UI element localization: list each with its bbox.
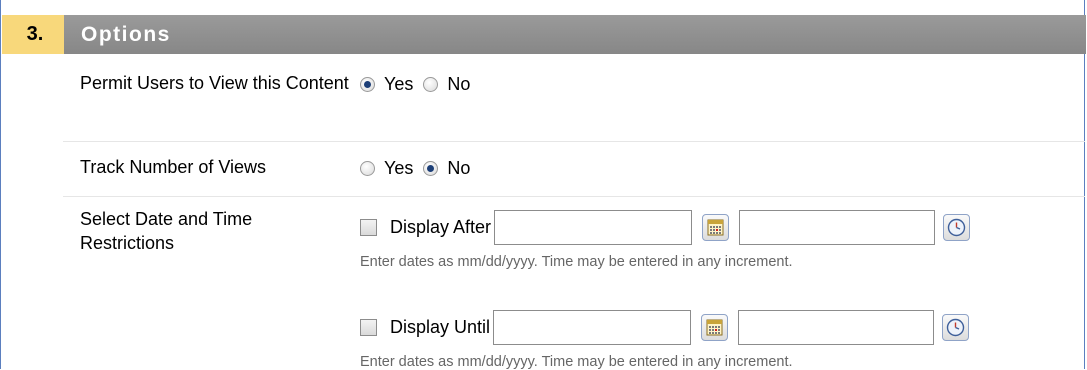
step-number: 3. xyxy=(2,15,64,54)
display-until-group: Display Until xyxy=(360,310,970,345)
display-until-label[interactable]: Display Until xyxy=(390,317,490,338)
section-title: Options xyxy=(81,22,171,46)
date-restrictions-label: Select Date and Time Restrictions xyxy=(80,209,253,253)
display-after-date-input[interactable] xyxy=(494,210,693,245)
display-until-hint: Enter dates as mm/dd/yyyy. Time may be e… xyxy=(360,354,793,370)
clock-icon xyxy=(947,218,966,237)
permit-view-no-label[interactable]: No xyxy=(447,74,470,95)
section-header: 3. Options xyxy=(2,15,1086,54)
display-after-calendar-button[interactable] xyxy=(702,214,730,241)
display-until-checkbox[interactable] xyxy=(360,319,377,336)
permit-view-yes-radio[interactable] xyxy=(360,77,375,92)
track-views-no-label[interactable]: No xyxy=(447,158,470,179)
permit-view-label: Permit Users to View this Content xyxy=(80,73,349,93)
display-until-calendar-button[interactable] xyxy=(701,314,729,341)
display-until-date-input[interactable] xyxy=(493,310,692,345)
track-views-yes-radio[interactable] xyxy=(360,161,375,176)
date-restrictions-row: Select Date and Time Restrictions Displa… xyxy=(63,196,1085,370)
display-after-label[interactable]: Display After xyxy=(390,217,491,238)
display-after-checkbox[interactable] xyxy=(360,219,377,236)
section-title-bar: Options xyxy=(64,15,1086,54)
display-after-clock-button[interactable] xyxy=(943,214,971,241)
display-until-time-input[interactable] xyxy=(738,310,935,345)
track-views-label: Track Number of Views xyxy=(80,157,267,177)
permit-view-yes-label[interactable]: Yes xyxy=(384,74,413,95)
display-until-clock-button[interactable] xyxy=(942,314,970,341)
permit-view-no-radio[interactable] xyxy=(423,77,439,92)
options-panel: 3. Options Permit Users to View this Con… xyxy=(0,0,1086,370)
calendar-icon xyxy=(707,219,724,236)
display-after-hint: Enter dates as mm/dd/yyyy. Time may be e… xyxy=(360,254,793,270)
track-views-no-radio[interactable] xyxy=(423,161,439,176)
clock-icon xyxy=(946,318,965,337)
track-views-yes-label[interactable]: Yes xyxy=(384,158,413,179)
track-views-row: Track Number of Views Yes No xyxy=(63,141,1085,197)
track-views-options: Yes No xyxy=(360,158,480,179)
permit-view-row: Permit Users to View this Content Yes No xyxy=(63,54,1085,142)
radio-selected-dot xyxy=(427,165,435,172)
radio-selected-dot xyxy=(364,81,371,88)
permit-view-options: Yes No xyxy=(360,74,480,95)
display-after-group: Display After xyxy=(360,210,971,245)
calendar-icon xyxy=(706,319,723,336)
display-after-time-input[interactable] xyxy=(739,210,936,245)
